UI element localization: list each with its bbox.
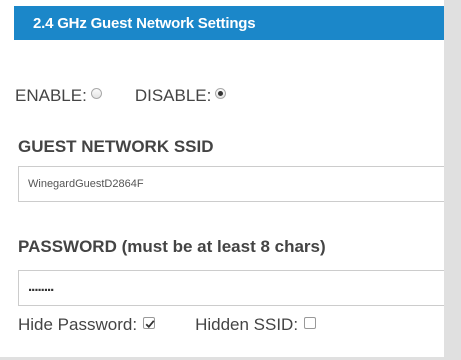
enable-radio[interactable]: [90, 88, 102, 99]
enable-label: ENABLE:: [15, 86, 87, 105]
disable-radio[interactable]: [215, 88, 227, 99]
password-input[interactable]: ........: [18, 270, 444, 306]
hide-password-label: Hide Password:: [18, 315, 138, 334]
password-section-title: PASSWORD (must be at least 8 chars): [18, 237, 326, 256]
ssid-section-title: GUEST NETWORK SSID: [18, 137, 214, 156]
hidden-ssid-label: Hidden SSID:: [195, 315, 299, 334]
hidden-ssid-checkbox[interactable]: [304, 317, 317, 329]
checkmark-icon: [145, 320, 155, 329]
password-input-value: ........: [28, 278, 54, 295]
panel-header: 2.4 GHz Guest Network Settings: [14, 6, 444, 40]
hide-password-checkbox[interactable]: [143, 317, 156, 329]
ssid-input-value: WinegardGuestD2864F: [28, 178, 144, 190]
ssid-input[interactable]: WinegardGuestD2864F: [18, 166, 444, 202]
enable-disable-row: ENABLE: DISABLE:: [15, 86, 227, 106]
guest-network-panel: 2.4 GHz Guest Network Settings ENABLE: D…: [0, 0, 444, 357]
disable-label: DISABLE:: [134, 86, 212, 105]
options-row: Hide Password: Hidden SSID:: [18, 315, 317, 335]
panel-title: 2.4 GHz Guest Network Settings: [33, 15, 256, 32]
